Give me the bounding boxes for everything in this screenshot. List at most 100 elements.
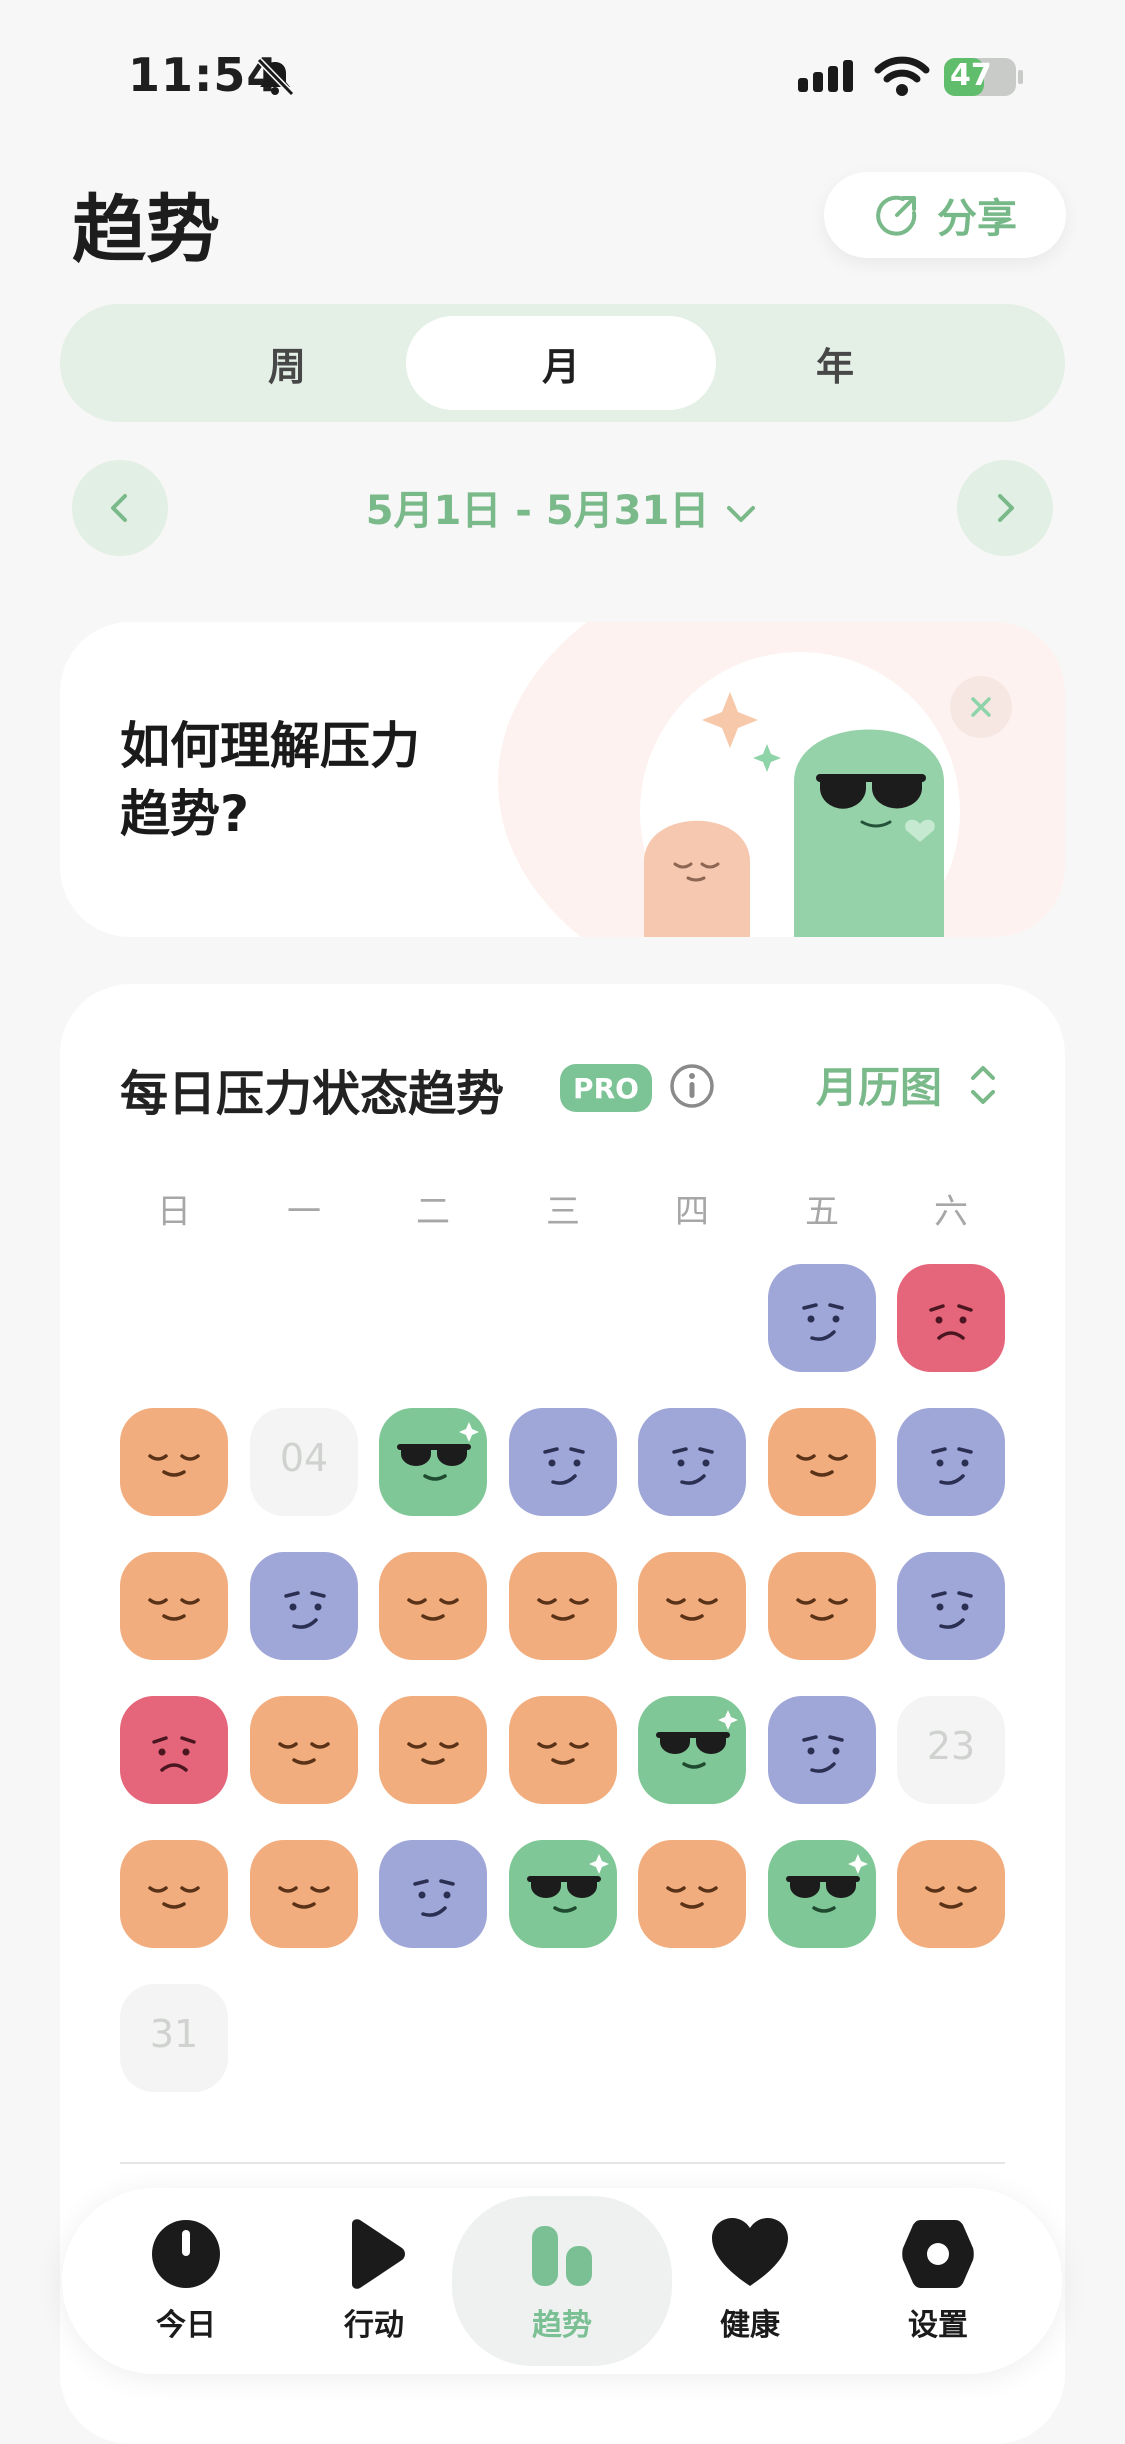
weekday-wed: 三: [546, 1192, 580, 1232]
day-cell-thinking[interactable]: [250, 1552, 358, 1660]
day-cell-calm[interactable]: [768, 1408, 876, 1516]
cellular-signal-icon: [798, 60, 853, 92]
tab-trend[interactable]: 趋势: [452, 2196, 672, 2366]
tab-month[interactable]: 月: [406, 316, 716, 410]
calm-face-icon: [278, 1742, 330, 1765]
day-cell-calm[interactable]: [379, 1552, 487, 1660]
thinking-face-icon: [802, 1303, 844, 1341]
weekday-mon: 一: [287, 1192, 321, 1232]
day-cell-thinking[interactable]: [379, 1840, 487, 1948]
chevron-down-icon: [727, 506, 756, 522]
day-cell-thinking[interactable]: [768, 1264, 876, 1372]
calm-face-icon: [407, 1742, 459, 1765]
day-cell-calm[interactable]: [638, 1840, 746, 1948]
period-segmented-control: 周 月 年: [60, 304, 1065, 422]
thinking-face-icon: [931, 1591, 973, 1629]
sad-face-icon: [152, 1736, 196, 1772]
day-cell-calm[interactable]: [379, 1696, 487, 1804]
calm-face-icon: [407, 1598, 459, 1621]
tab-year[interactable]: 年: [680, 316, 990, 410]
weekday-tue: 二: [416, 1192, 450, 1232]
day-cell-calm[interactable]: [638, 1552, 746, 1660]
day-cell-empty[interactable]: 31: [120, 1984, 228, 2092]
day-number: 04: [279, 1436, 329, 1480]
thinking-face-icon: [802, 1735, 844, 1773]
share-icon: [876, 195, 917, 236]
thinking-face-icon: [672, 1447, 714, 1485]
promo-title-line1: 如何理解压力: [120, 717, 420, 775]
day-cell-calm[interactable]: [509, 1696, 617, 1804]
day-cell-calm[interactable]: [897, 1840, 1005, 1948]
sad-face-icon: [929, 1304, 973, 1340]
day-cell-cool[interactable]: [509, 1840, 617, 1948]
day-cell-calm[interactable]: [250, 1696, 358, 1804]
day-cell-calm[interactable]: [509, 1552, 617, 1660]
day-cell-empty[interactable]: 23: [897, 1696, 1005, 1804]
cool-face-icon: [656, 1710, 738, 1769]
day-cell-sad[interactable]: [120, 1696, 228, 1804]
page-title: 趋势: [72, 187, 220, 273]
chart-icon: [532, 2226, 592, 2286]
calm-face-icon: [148, 1454, 200, 1477]
day-cell-calm[interactable]: [768, 1552, 876, 1660]
day-cell-thinking[interactable]: [638, 1408, 746, 1516]
day-number: 31: [149, 2012, 199, 2056]
thinking-face-icon: [543, 1447, 585, 1485]
promo-title: 如何理解压力 趋势?: [120, 712, 420, 848]
tab-week[interactable]: 周: [132, 316, 442, 410]
weekday-sun: 日: [157, 1192, 191, 1232]
day-cell-thinking[interactable]: [509, 1408, 617, 1516]
cool-face-icon: [786, 1854, 868, 1913]
mascot-illustration: [640, 652, 960, 937]
calm-face-icon: [796, 1598, 848, 1621]
calm-face-icon: [666, 1598, 718, 1621]
thinking-face-icon: [284, 1591, 326, 1629]
tab-today[interactable]: 今日: [86, 2188, 286, 2374]
thinking-face-icon: [931, 1447, 973, 1485]
share-button[interactable]: 分享: [824, 172, 1066, 258]
weekday-sat: 六: [934, 1192, 968, 1232]
card-divider: [120, 2162, 1005, 2164]
day-cell-calm[interactable]: [250, 1840, 358, 1948]
day-cell-thinking[interactable]: [768, 1696, 876, 1804]
promo-close-button[interactable]: [950, 676, 1012, 738]
bottom-tab-bar: 今日 行动 趋势 健康 设置: [62, 2188, 1062, 2374]
day-cell-thinking[interactable]: [897, 1552, 1005, 1660]
day-cell-calm[interactable]: [120, 1408, 228, 1516]
wifi-icon: [874, 56, 930, 96]
next-month-button[interactable]: [957, 460, 1053, 556]
up-down-chevron-icon: [971, 1065, 996, 1104]
tab-health[interactable]: 健康: [650, 2188, 850, 2374]
day-cell-cool[interactable]: [379, 1408, 487, 1516]
play-icon: [352, 2219, 405, 2289]
day-cell-cool[interactable]: [638, 1696, 746, 1804]
calm-face-icon: [537, 1742, 589, 1765]
calm-face-icon: [537, 1598, 589, 1621]
tab-label: 今日: [156, 2308, 216, 2343]
calendar-view-selector[interactable]: 月历图: [816, 1054, 998, 1115]
date-range-label: 5月1日 - 5月31日: [365, 488, 710, 534]
weekday-thu: 四: [675, 1192, 709, 1232]
day-cell-thinking[interactable]: [897, 1408, 1005, 1516]
info-icon[interactable]: [668, 1062, 716, 1110]
heart-icon: [712, 2218, 788, 2286]
weekday-fri: 五: [805, 1192, 839, 1232]
tab-label: 健康: [720, 2308, 780, 2343]
calm-face-icon: [148, 1886, 200, 1909]
stress-trend-guide-card[interactable]: 如何理解压力 趋势?: [60, 622, 1065, 937]
day-cell-empty[interactable]: 04: [250, 1408, 358, 1516]
calm-face-icon: [925, 1886, 977, 1909]
day-cell-sad[interactable]: [897, 1264, 1005, 1372]
calm-face-icon: [278, 1886, 330, 1909]
silent-bell-icon: [256, 57, 295, 97]
settings-icon: [902, 2220, 974, 2288]
thinking-face-icon: [413, 1879, 455, 1917]
day-cell-calm[interactable]: [120, 1840, 228, 1948]
day-number: 23: [926, 1724, 976, 1768]
calendar-view-label: 月历图: [816, 1063, 943, 1112]
share-label: 分享: [937, 196, 1017, 242]
day-cell-cool[interactable]: [768, 1840, 876, 1948]
day-cell-calm[interactable]: [120, 1552, 228, 1660]
tab-settings[interactable]: 设置: [838, 2188, 1038, 2374]
tab-action[interactable]: 行动: [274, 2188, 474, 2374]
